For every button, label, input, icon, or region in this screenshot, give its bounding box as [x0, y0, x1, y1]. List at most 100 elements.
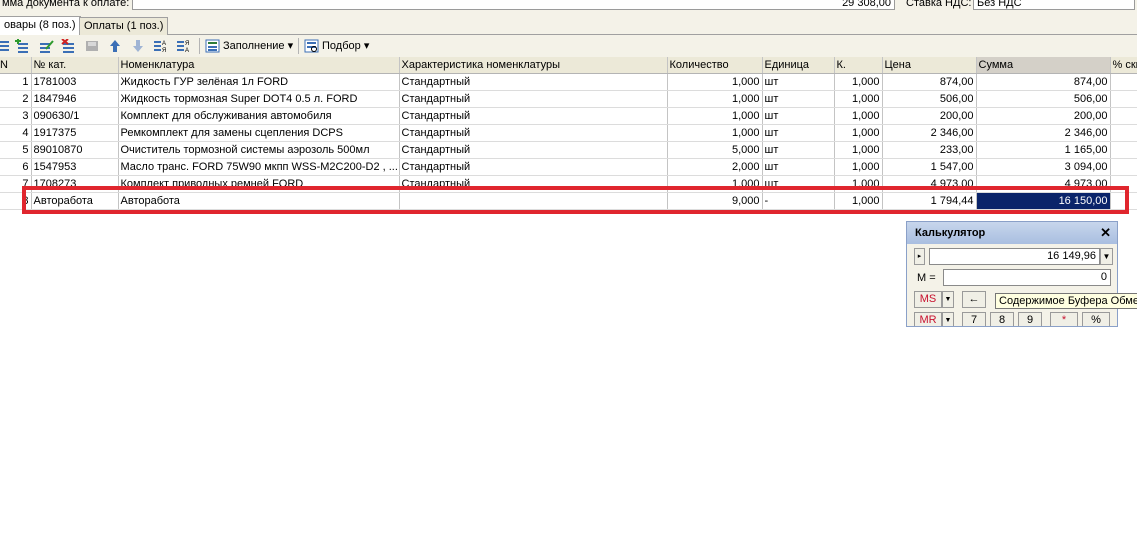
- expand-arrow-icon[interactable]: ▸: [914, 248, 925, 265]
- table-cell[interactable]: [1110, 175, 1137, 193]
- table-cell[interactable]: 7: [0, 175, 32, 193]
- table-cell[interactable]: Стандартный: [399, 141, 668, 159]
- table-cell[interactable]: 3 094,00: [976, 158, 1111, 176]
- table-cell[interactable]: [1110, 192, 1137, 210]
- table-cell[interactable]: 6: [0, 158, 32, 176]
- add-row-icon[interactable]: [0, 38, 10, 54]
- table-cell[interactable]: 090630/1: [31, 107, 119, 125]
- table-cell[interactable]: -: [762, 192, 835, 210]
- table-cell[interactable]: 1,000: [834, 192, 883, 210]
- table-cell[interactable]: 874,00: [976, 73, 1111, 91]
- table-row[interactable]: 4 1917375 Ремкомплект для замены сцепления…: [0, 124, 1137, 142]
- table-cell[interactable]: 1917375: [31, 124, 119, 142]
- table-cell[interactable]: Стандартный: [399, 158, 668, 176]
- close-icon[interactable]: ✕: [1100, 225, 1111, 241]
- table-cell[interactable]: 1,000: [667, 175, 763, 193]
- table-cell[interactable]: 1,000: [667, 90, 763, 108]
- table-row[interactable]: 7 1708273 Комплект приводных ремней FORD Ст…: [0, 175, 1137, 193]
- table-cell[interactable]: [1110, 124, 1137, 142]
- mr-button[interactable]: MR: [914, 312, 942, 326]
- table-cell[interactable]: 233,00: [882, 141, 977, 159]
- table-cell[interactable]: 2 346,00: [882, 124, 977, 142]
- table-cell[interactable]: 1,000: [834, 141, 883, 159]
- col-header-discount[interactable]: % ски: [1110, 57, 1137, 74]
- table-cell[interactable]: Жидкость ГУР зелёная 1л FORD: [118, 73, 400, 91]
- table-cell[interactable]: 4 973,00: [882, 175, 977, 193]
- table-cell[interactable]: Стандартный: [399, 175, 668, 193]
- table-cell[interactable]: шт: [762, 90, 835, 108]
- table-cell[interactable]: 1,000: [834, 90, 883, 108]
- col-header-unit[interactable]: Единица: [762, 57, 835, 74]
- calculator-display[interactable]: 16 149,96: [929, 248, 1100, 265]
- table-cell[interactable]: [1110, 73, 1137, 91]
- table-cell[interactable]: 1,000: [667, 73, 763, 91]
- pick-menu-button[interactable]: Подбор ▾: [322, 38, 369, 54]
- table-row[interactable]: 8 Авторабота Авторабота 9,000-1,000 1 794,44…: [0, 192, 1137, 210]
- table-cell[interactable]: 506,00: [882, 90, 977, 108]
- table-cell[interactable]: Авторабота: [118, 192, 400, 210]
- move-down-icon[interactable]: [132, 38, 144, 54]
- table-cell[interactable]: шт: [762, 158, 835, 176]
- table-row[interactable]: 2 1847946 Жидкость тормозная Super DOT4 0.…: [0, 90, 1137, 108]
- table-cell[interactable]: 1 547,00: [882, 158, 977, 176]
- table-cell[interactable]: 1,000: [834, 124, 883, 142]
- table-cell[interactable]: [1110, 158, 1137, 176]
- table-cell[interactable]: 200,00: [976, 107, 1111, 125]
- table-cell[interactable]: 1847946: [31, 90, 119, 108]
- table-cell[interactable]: 1,000: [834, 73, 883, 91]
- table-cell[interactable]: 1 165,00: [976, 141, 1111, 159]
- digit-9-button[interactable]: 9: [1018, 312, 1042, 326]
- col-header-characteristic[interactable]: Характеристика номенклатуры: [399, 57, 668, 74]
- table-cell[interactable]: 200,00: [882, 107, 977, 125]
- table-cell[interactable]: [1110, 141, 1137, 159]
- table-cell[interactable]: 506,00: [976, 90, 1111, 108]
- col-header-coef[interactable]: К.: [834, 57, 883, 74]
- percent-button[interactable]: %: [1082, 312, 1110, 326]
- table-cell[interactable]: [399, 192, 668, 210]
- table-cell[interactable]: [1110, 90, 1137, 108]
- table-cell[interactable]: 1547953: [31, 158, 119, 176]
- table-cell[interactable]: 8: [0, 192, 32, 210]
- chevron-down-icon[interactable]: ▼: [942, 291, 954, 308]
- table-cell[interactable]: 5,000: [667, 141, 763, 159]
- table-cell[interactable]: [1110, 107, 1137, 125]
- table-cell[interactable]: 9,000: [667, 192, 763, 210]
- table-cell[interactable]: 1,000: [834, 175, 883, 193]
- col-header-n[interactable]: N: [0, 57, 32, 74]
- table-cell[interactable]: Комплект для обслуживания автомобиля: [118, 107, 400, 125]
- table-cell[interactable]: Стандартный: [399, 124, 668, 142]
- multiply-button[interactable]: *: [1050, 312, 1078, 326]
- table-cell[interactable]: шт: [762, 175, 835, 193]
- table-cell[interactable]: 16 150,00: [976, 192, 1111, 210]
- chevron-down-icon[interactable]: ▼: [1100, 248, 1113, 265]
- table-cell[interactable]: 1708273: [31, 175, 119, 193]
- table-cell[interactable]: Стандартный: [399, 107, 668, 125]
- backspace-button[interactable]: ←: [962, 291, 986, 308]
- table-cell[interactable]: 5: [0, 141, 32, 159]
- calculator-title-bar[interactable]: Калькулятор ✕: [907, 222, 1117, 244]
- table-cell[interactable]: 1: [0, 73, 32, 91]
- digit-8-button[interactable]: 8: [990, 312, 1014, 326]
- table-cell[interactable]: Стандартный: [399, 90, 668, 108]
- table-cell[interactable]: 874,00: [882, 73, 977, 91]
- table-cell[interactable]: Масло транс. FORD 75W90 мкпп WSS-M2C200-…: [118, 158, 400, 176]
- table-cell[interactable]: 1,000: [834, 158, 883, 176]
- col-header-nomenclature[interactable]: Номенклатура: [118, 57, 400, 74]
- vat-field[interactable]: Без НДС: [973, 0, 1135, 10]
- sum-field[interactable]: 29 308,00: [132, 0, 895, 10]
- table-cell[interactable]: шт: [762, 141, 835, 159]
- table-cell[interactable]: Стандартный: [399, 73, 668, 91]
- table-row[interactable]: 3 090630/1 Комплект для обслуживания автом…: [0, 107, 1137, 125]
- add-copy-icon[interactable]: [14, 38, 30, 54]
- tab-payments[interactable]: Оплаты (1 поз.): [79, 17, 169, 35]
- table-cell[interactable]: 2,000: [667, 158, 763, 176]
- table-cell[interactable]: Комплект приводных ремней FORD: [118, 175, 400, 193]
- table-cell[interactable]: Ремкомплект для замены сцепления DCPS: [118, 124, 400, 142]
- table-row[interactable]: 1 1781003 Жидкость ГУР зелёная 1л FORD Стан…: [0, 73, 1137, 91]
- col-header-sum[interactable]: Сумма: [976, 57, 1111, 74]
- digit-7-button[interactable]: 7: [962, 312, 986, 326]
- fill-menu-button[interactable]: Заполнение ▾: [223, 38, 293, 54]
- table-cell[interactable]: 4 973,00: [976, 175, 1111, 193]
- table-cell[interactable]: 89010870: [31, 141, 119, 159]
- table-row[interactable]: 6 1547953 Масло транс. FORD 75W90 мкпп WSS…: [0, 158, 1137, 176]
